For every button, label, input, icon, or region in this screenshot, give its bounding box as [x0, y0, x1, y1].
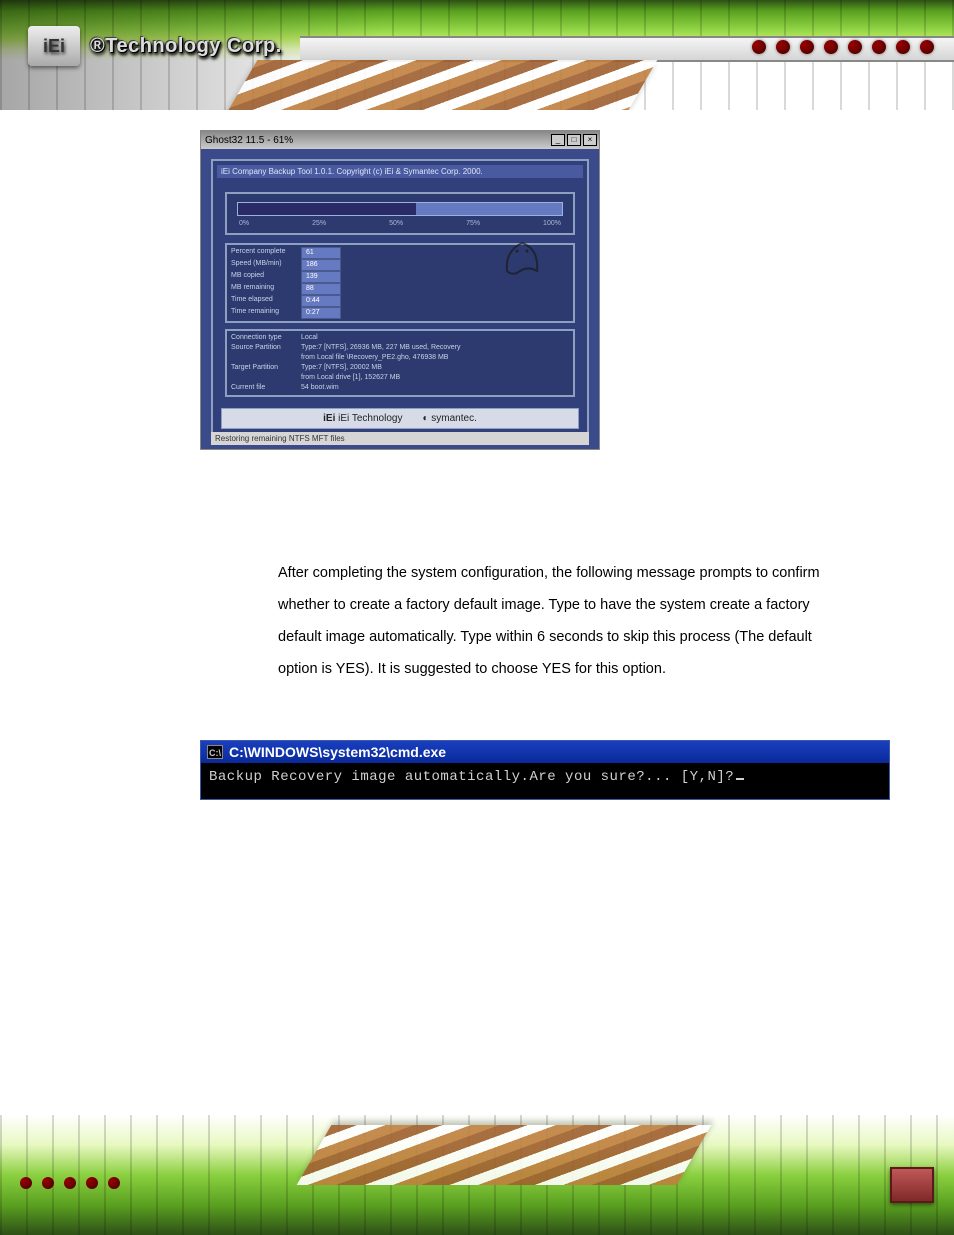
decor-dot [920, 40, 934, 54]
cmd-titlebar: C:\ C:\WINDOWS\system32\cmd.exe [201, 741, 889, 763]
page-footer-banner [0, 1115, 954, 1235]
symantec-logo: ◐ symantec. [422, 413, 476, 424]
detail-row: from Local drive [1], 152627 MB [231, 373, 569, 383]
ghost-statusbar: Restoring remaining NTFS MFT files [211, 432, 589, 445]
decor-dot [42, 1177, 54, 1189]
tick-100: 100% [543, 220, 561, 227]
decor-dot [752, 40, 766, 54]
ghost-progress-ticks: 0% 25% 50% 75% 100% [237, 220, 563, 227]
decor-dot [848, 40, 862, 54]
decor-dot [108, 1177, 120, 1189]
brand-logo-text: ®Technology Corp. [90, 35, 282, 58]
brand-logo-block: ®Technology Corp. [28, 26, 282, 66]
close-icon[interactable]: × [583, 134, 597, 146]
footer-dot-row [20, 1177, 120, 1189]
decor-dot [776, 40, 790, 54]
stat-row: Time elapsed0:44 [231, 295, 569, 307]
decor-dot [824, 40, 838, 54]
footer-diagonal-stripes [297, 1125, 712, 1185]
detail-row: Source PartitionType:7 [NTFS], 26936 MB,… [231, 343, 569, 353]
decor-dot [64, 1177, 76, 1189]
cmd-cursor [736, 778, 744, 780]
header-dot-row [752, 40, 934, 54]
header-diagonal-stripes [223, 60, 658, 110]
tick-25: 25% [312, 220, 326, 227]
detail-row: Current file54 boot.wim [231, 383, 569, 393]
cmd-icon: C:\ [207, 745, 223, 759]
decor-dot [800, 40, 814, 54]
decor-dot [872, 40, 886, 54]
minimize-icon[interactable]: _ [551, 134, 565, 146]
detail-row: from Local file \Recovery_PE2.gho, 47693… [231, 353, 569, 363]
ghost-details-panel: Connection typeLocal Source PartitionTyp… [225, 329, 575, 397]
cmd-screenshot: C:\ C:\WINDOWS\system32\cmd.exe Backup R… [200, 740, 890, 800]
cmd-line: Backup Recovery image automatically.Are … [209, 769, 734, 785]
decor-dot [86, 1177, 98, 1189]
tick-75: 75% [466, 220, 480, 227]
tick-0: 0% [239, 220, 249, 227]
maximize-icon[interactable]: □ [567, 134, 581, 146]
ghost-window-title: Ghost32 11.5 - 61% [205, 135, 293, 146]
ghost-progress-bar [237, 202, 563, 216]
ghost-mascot-icon [497, 231, 547, 281]
detail-row: Connection typeLocal [231, 333, 569, 343]
cmd-title-text: C:\WINDOWS\system32\cmd.exe [229, 744, 446, 760]
page-header-banner: ®Technology Corp. [0, 0, 954, 110]
decor-dot [896, 40, 910, 54]
ghost-window-titlebar: Ghost32 11.5 - 61% _ □ × [201, 131, 599, 149]
ghost-banner-text: iEi Company Backup Tool 1.0.1. Copyright… [217, 165, 583, 178]
decor-dot [20, 1177, 32, 1189]
ghost-screenshot: Ghost32 11.5 - 61% _ □ × iEi Company Bac… [200, 130, 600, 450]
detail-row: Target PartitionType:7 [NTFS], 20002 MB [231, 363, 569, 373]
stat-row: MB remaining88 [231, 283, 569, 295]
iei-technology-logo: iEi iEi Technology [323, 413, 402, 424]
brand-logo-mark [28, 26, 80, 66]
stat-row: Time remaining0:27 [231, 307, 569, 319]
footer-chip-icon [890, 1167, 934, 1203]
instruction-paragraph: After completing the system configuratio… [278, 558, 848, 686]
tick-50: 50% [389, 220, 403, 227]
ghost-footer-logos: iEi iEi Technology ◐ symantec. [221, 408, 579, 429]
cmd-output: Backup Recovery image automatically.Are … [201, 763, 889, 799]
ghost-progress-fill [238, 203, 416, 215]
ghost-progress-panel: 0% 25% 50% 75% 100% [225, 192, 575, 235]
ghost-client-area: iEi Company Backup Tool 1.0.1. Copyright… [211, 159, 589, 437]
